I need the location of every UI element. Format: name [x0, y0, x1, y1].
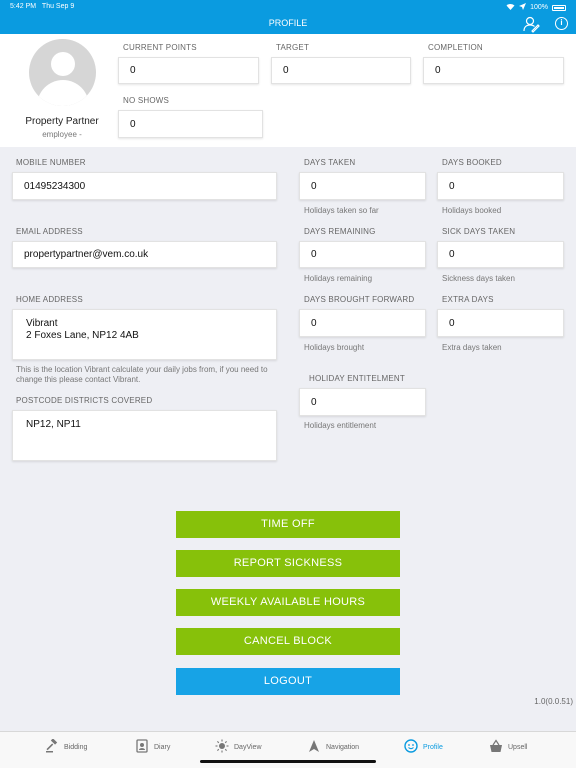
current-points-field: 0 — [118, 57, 259, 84]
tab-diary[interactable]: Diary — [135, 739, 170, 755]
address-line-2: 2 Foxes Lane, NP12 4AB — [26, 330, 139, 341]
time-off-button[interactable]: TIME OFF — [176, 511, 400, 538]
days-brought-forward-hint: Holidays brought — [304, 343, 365, 352]
extra-days-field: 0 — [437, 309, 564, 337]
basket-icon — [489, 739, 503, 755]
wifi-icon — [506, 3, 515, 12]
sick-days-hint: Sickness days taken — [442, 274, 515, 283]
navigation-arrow-icon — [307, 739, 321, 755]
tab-dayview[interactable]: DayView — [215, 739, 262, 755]
home-indicator — [200, 760, 376, 763]
nav-bar: PROFILE i — [0, 14, 576, 34]
holiday-entitlement-field: 0 — [299, 388, 426, 416]
days-booked-hint: Holidays booked — [442, 206, 502, 215]
logout-button[interactable]: LOGOUT — [176, 668, 400, 695]
extra-days-label: EXTRA DAYS — [442, 295, 494, 304]
postcodes-field[interactable]: NP12, NP11 — [12, 410, 277, 461]
weekly-available-hours-button[interactable]: WEEKLY AVAILABLE HOURS — [176, 589, 400, 616]
email-field[interactable]: propertypartner@vem.co.uk — [12, 241, 277, 268]
profile-face-icon — [404, 739, 418, 755]
status-time: 5:42 PM Thu Sep 9 — [10, 3, 75, 10]
battery-icon — [552, 4, 566, 11]
current-points-label: CURRENT POINTS — [123, 43, 197, 52]
days-taken-label: DAYS TAKEN — [304, 158, 356, 167]
diary-icon — [135, 739, 149, 755]
days-taken-hint: Holidays taken so far — [304, 206, 379, 215]
user-edit-icon[interactable] — [522, 15, 540, 33]
home-address-note: This is the location Vibrant calculate y… — [16, 365, 268, 384]
holiday-entitlement-label: HOLIDAY ENTITELMENT — [309, 374, 405, 383]
status-bar: 5:42 PM Thu Sep 9 100% — [0, 0, 576, 14]
info-icon[interactable]: i — [555, 17, 568, 30]
sick-days-label: SICK DAYS TAKEN — [442, 227, 516, 236]
days-brought-forward-field: 0 — [299, 309, 426, 337]
home-address-label: HOME ADDRESS — [16, 295, 83, 304]
tab-bidding[interactable]: Bidding — [45, 738, 87, 755]
target-label: TARGET — [276, 43, 310, 52]
days-remaining-hint: Holidays remaining — [304, 274, 373, 283]
profile-role: employee - — [42, 130, 82, 139]
home-address-field[interactable]: Vibrant 2 Foxes Lane, NP12 4AB — [12, 309, 277, 360]
tab-upsell[interactable]: Upsell — [489, 739, 527, 755]
days-brought-forward-label: DAYS BROUGHT FORWARD — [304, 295, 415, 304]
tab-navigation[interactable]: Navigation — [307, 739, 359, 755]
location-icon — [519, 3, 527, 12]
days-remaining-label: DAYS REMAINING — [304, 227, 376, 236]
postcodes-label: POSTCODE DISTRICTS COVERED — [16, 396, 153, 405]
battery-percent: 100% — [530, 4, 548, 11]
days-booked-label: DAYS BOOKED — [442, 158, 502, 167]
report-sickness-button[interactable]: REPORT SICKNESS — [176, 550, 400, 577]
holiday-entitlement-hint: Holidays entitlement — [304, 421, 377, 430]
email-label: EMAIL ADDRESS — [16, 227, 83, 236]
address-line-1: Vibrant — [26, 318, 58, 329]
mobile-field[interactable]: 01495234300 — [12, 172, 277, 200]
sun-icon — [215, 739, 229, 755]
gavel-icon — [45, 738, 59, 755]
completion-label: COMPLETION — [428, 43, 483, 52]
target-field: 0 — [271, 57, 411, 84]
tab-profile[interactable]: Profile — [404, 739, 443, 755]
no-shows-label: NO SHOWS — [123, 96, 170, 105]
days-remaining-field: 0 — [299, 241, 426, 268]
days-taken-field: 0 — [299, 172, 426, 200]
mobile-label: MOBILE NUMBER — [16, 158, 86, 167]
no-shows-field: 0 — [118, 110, 263, 138]
sick-days-field: 0 — [437, 241, 564, 268]
extra-days-hint: Extra days taken — [442, 343, 502, 352]
cancel-block-button[interactable]: CANCEL BLOCK — [176, 628, 400, 655]
days-booked-field: 0 — [437, 172, 564, 200]
app-version: 1.0(0.0.51) — [534, 697, 573, 706]
page-title: PROFILE — [268, 18, 308, 28]
profile-name: Property Partner — [25, 116, 99, 127]
avatar[interactable] — [29, 39, 96, 106]
completion-field: 0 — [423, 57, 564, 84]
